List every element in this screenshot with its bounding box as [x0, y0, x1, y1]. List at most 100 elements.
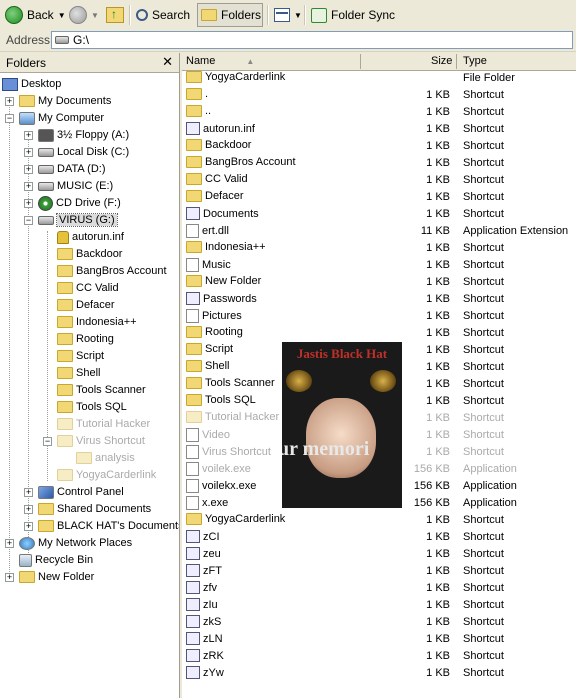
table-row[interactable]: zFT 1 KB Shortcut — [182, 563, 576, 580]
tree-item-rooting[interactable]: Rooting — [57, 331, 114, 347]
expand-icon[interactable]: + — [5, 97, 14, 106]
column-header-size[interactable]: Size — [431, 55, 452, 67]
sort-ascending-icon: ▲ — [246, 57, 255, 66]
row-name: Shell — [186, 360, 229, 372]
forward-button[interactable]: ▼ — [66, 3, 102, 27]
tree-item-music-e[interactable]: MUSIC (E:) — [38, 178, 113, 194]
table-row[interactable]: ert.dll 11 KB Application Extension — [182, 223, 576, 240]
table-row[interactable]: Documents 1 KB Shortcut — [182, 206, 576, 223]
table-row[interactable]: Defacer 1 KB Shortcut — [182, 189, 576, 206]
tree-item-virus-shortcut[interactable]: Virus Shortcut — [57, 433, 145, 449]
tree-item-floppy[interactable]: 3½ Floppy (A:) — [38, 127, 129, 143]
table-row[interactable]: Backdoor 1 KB Shortcut — [182, 138, 576, 155]
table-row[interactable]: Passwords 1 KB Shortcut — [182, 291, 576, 308]
expand-icon[interactable]: + — [24, 182, 33, 191]
tree-item-yogyacarderlink[interactable]: YogyaCarderlink — [57, 467, 156, 483]
tree-item-my-computer[interactable]: My Computer — [19, 110, 104, 126]
expand-icon[interactable]: + — [24, 165, 33, 174]
tree-item-bangbros-account[interactable]: BangBros Account — [57, 263, 167, 279]
address-field[interactable]: G:\ — [51, 31, 573, 49]
tree-item-indonesia[interactable]: Indonesia++ — [57, 314, 137, 330]
collapse-icon[interactable]: − — [43, 437, 52, 446]
tree-item-data-d[interactable]: DATA (D:) — [38, 161, 105, 177]
expand-icon[interactable]: + — [24, 522, 33, 531]
table-row[interactable]: Rooting 1 KB Shortcut — [182, 325, 576, 342]
tree-item-my-network-places[interactable]: My Network Places — [19, 535, 132, 551]
expand-icon[interactable]: + — [24, 505, 33, 514]
collapse-icon[interactable]: − — [5, 114, 14, 123]
tree-item-my-documents[interactable]: My Documents — [19, 93, 111, 109]
tree-item-tutorial-hacker[interactable]: Tutorial Hacker — [57, 416, 150, 432]
tree-item-cd-drive-f[interactable]: CD Drive (F:) — [38, 195, 121, 211]
row-type: Shortcut — [463, 361, 504, 373]
tree-item-tools-sql[interactable]: Tools SQL — [57, 399, 127, 415]
table-row[interactable]: . 1 KB Shortcut — [182, 87, 576, 104]
tree-item-virus-g[interactable]: VIRUS (G:) — [38, 212, 118, 228]
column-divider[interactable] — [456, 54, 457, 69]
table-row[interactable]: zYw 1 KB Shortcut — [182, 665, 576, 682]
row-size: 1 KB — [426, 123, 450, 135]
table-row[interactable]: YogyaCarderlink File Folder — [182, 70, 576, 87]
expand-icon[interactable]: + — [24, 488, 33, 497]
table-row[interactable]: zkS 1 KB Shortcut — [182, 614, 576, 631]
expand-icon[interactable]: + — [24, 148, 33, 157]
table-row[interactable]: autorun.inf 1 KB Shortcut — [182, 121, 576, 138]
row-type: Shortcut — [463, 650, 504, 662]
views-dropdown-icon[interactable]: ▼ — [294, 11, 302, 20]
close-icon[interactable]: ✕ — [162, 54, 173, 70]
tree-item-shell[interactable]: Shell — [57, 365, 100, 381]
back-dropdown-icon[interactable]: ▼ — [58, 11, 66, 20]
tree-item-autorun-inf[interactable]: autorun.inf — [57, 229, 124, 245]
tree-item-analysis[interactable]: analysis — [76, 450, 135, 466]
tree-item-backdoor[interactable]: Backdoor — [57, 246, 122, 262]
tree-item-new-folder[interactable]: New Folder — [19, 569, 94, 585]
tree-item-defacer[interactable]: Defacer — [57, 297, 115, 313]
expand-icon[interactable]: + — [24, 199, 33, 208]
views-button[interactable]: ▼ — [271, 3, 305, 27]
expand-icon[interactable]: + — [24, 131, 33, 140]
table-row[interactable]: CC Valid 1 KB Shortcut — [182, 172, 576, 189]
table-row[interactable]: zIu 1 KB Shortcut — [182, 597, 576, 614]
tree-item-script[interactable]: Script — [57, 348, 104, 364]
tree-item-local-disk-c[interactable]: Local Disk (C:) — [38, 144, 129, 160]
tree-item-label: Desktop — [21, 78, 62, 90]
forward-dropdown-icon[interactable]: ▼ — [91, 11, 99, 20]
column-divider[interactable] — [360, 54, 361, 69]
tree-item-black-hats-documents[interactable]: BLACK HAT's Documents — [38, 518, 179, 534]
folder-icon — [57, 469, 73, 481]
row-name-label: Shell — [205, 360, 230, 372]
back-button[interactable]: Back ▼ — [2, 3, 69, 27]
table-row[interactable]: Indonesia++ 1 KB Shortcut — [182, 240, 576, 257]
table-row[interactable]: YogyaCarderlink 1 KB Shortcut — [182, 512, 576, 529]
table-row[interactable]: BangBros Account 1 KB Shortcut — [182, 155, 576, 172]
expand-icon[interactable]: + — [5, 539, 14, 548]
folder-sync-button[interactable]: Folder Sync — [308, 3, 398, 27]
tree-item-recycle-bin[interactable]: Recycle Bin — [19, 552, 93, 568]
table-row[interactable]: zeu 1 KB Shortcut — [182, 546, 576, 563]
tree-item-cc-valid[interactable]: CC Valid — [57, 280, 119, 296]
expand-icon[interactable]: + — [5, 573, 14, 582]
table-row[interactable]: zRK 1 KB Shortcut — [182, 648, 576, 665]
table-row[interactable]: zLN 1 KB Shortcut — [182, 631, 576, 648]
column-header-name[interactable]: Name ▲ — [186, 55, 254, 67]
desktop-icon — [2, 77, 18, 91]
tree-item-desktop[interactable]: Desktop — [2, 76, 61, 92]
table-row[interactable]: Music 1 KB Shortcut — [182, 257, 576, 274]
table-row[interactable]: zCI 1 KB Shortcut — [182, 529, 576, 546]
table-row[interactable]: New Folder 1 KB Shortcut — [182, 274, 576, 291]
column-name-label: Name — [186, 55, 216, 67]
folder-icon — [57, 265, 73, 277]
up-folder-button[interactable]: ↑ — [103, 3, 127, 27]
tree-item-tools-scanner[interactable]: Tools Scanner — [57, 382, 146, 398]
table-row[interactable]: Pictures 1 KB Shortcut — [182, 308, 576, 325]
search-button[interactable]: Search — [133, 3, 193, 27]
table-row[interactable]: .. 1 KB Shortcut — [182, 104, 576, 121]
collapse-icon[interactable]: − — [24, 216, 33, 225]
table-row[interactable]: zfv 1 KB Shortcut — [182, 580, 576, 597]
tree-item-shared-documents[interactable]: Shared Documents — [38, 501, 151, 517]
folder-icon — [186, 105, 202, 117]
column-header-type[interactable]: Type — [463, 55, 487, 67]
folders-button[interactable]: Folders — [197, 3, 263, 27]
tree-item-label: Tools SQL — [76, 401, 127, 413]
tree-item-control-panel[interactable]: Control Panel — [38, 484, 124, 500]
